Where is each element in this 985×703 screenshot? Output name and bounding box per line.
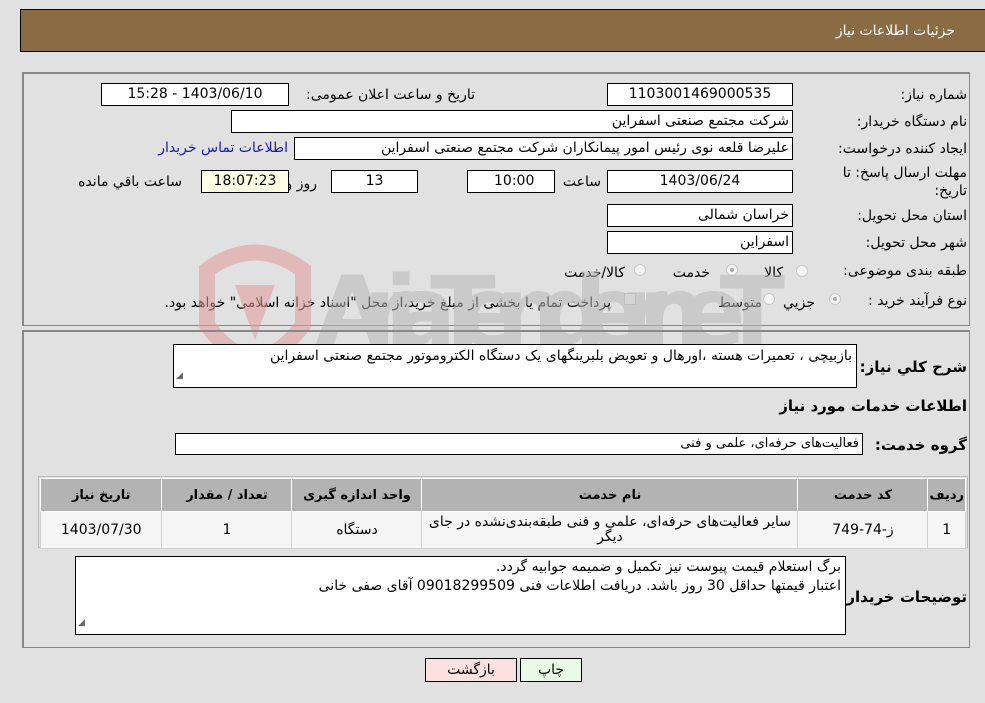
category-option-goods-service: کالا/خدمت xyxy=(564,265,625,281)
need-number-label: شماره نیاز: xyxy=(900,87,968,103)
buyer-notes-label: توضیحات خریدار: xyxy=(840,588,967,606)
col-header-quantity: تعداد / مقدار xyxy=(161,478,293,512)
cell-need-date: 1403/07/30 xyxy=(39,511,163,549)
table-row: 1 ز-74-749 سایر فعالیت‌های حرفه‌ای، علمی… xyxy=(39,511,966,549)
back-button[interactable]: بازگشت xyxy=(425,658,517,682)
cell-unit: دستگاه xyxy=(291,511,423,549)
category-radio-goods[interactable] xyxy=(796,265,808,277)
buyer-org-label: نام دستگاه خریدار: xyxy=(856,114,967,130)
resize-grip-icon[interactable]: ◢ xyxy=(176,367,183,386)
service-group-field: فعالیت‌های حرفه‌ای، علمی و فنی xyxy=(175,433,863,455)
service-group-label: گروه خدمت: xyxy=(874,436,967,454)
process-option-medium: متوسط xyxy=(718,295,762,311)
need-number-field: 1103001469000535 xyxy=(607,83,793,106)
cell-row-num: 1 xyxy=(927,511,966,549)
category-radio-service[interactable] xyxy=(726,264,738,276)
deadline-date-field: 1403/06/24 xyxy=(607,170,793,193)
cell-quantity: 1 xyxy=(161,511,293,549)
print-button[interactable]: چاپ xyxy=(520,658,582,682)
treasury-note: پرداخت تمام یا بخشی از مبلغ خرید،از محل … xyxy=(164,295,611,311)
city-label: شهر محل تحویل: xyxy=(865,235,967,251)
province-field: خراسان شمالی xyxy=(607,204,793,227)
description-label: شرح کلي نیاز: xyxy=(859,358,967,376)
process-radio-medium[interactable] xyxy=(763,293,775,305)
announce-datetime-label: تاریخ و ساعت اعلان عمومی: xyxy=(306,87,475,103)
deadline-label-line1: مهلت ارسال پاسخ: تا xyxy=(842,165,967,181)
col-header-unit: واحد اندازه گیری xyxy=(291,478,423,512)
resize-grip-icon[interactable]: ◢ xyxy=(78,614,85,633)
buyer-notes-line1: برگ استعلام قیمت پیوست نیز تکمیل و ضمیمه… xyxy=(495,559,841,575)
process-type-label: نوع فرآیند خرید : xyxy=(868,293,967,309)
deadline-time-field: 10:00 xyxy=(467,170,555,193)
page-title: جزئیات اطلاعات نیاز xyxy=(835,23,955,39)
buyer-contact-link[interactable]: اطلاعات تماس خریدار xyxy=(158,140,288,156)
cell-service-name: سایر فعالیت‌های حرفه‌ای، علمی و فنی طبقه… xyxy=(421,511,799,549)
city-field: اسفراین xyxy=(607,231,793,254)
category-option-goods: کالا xyxy=(764,265,783,281)
buyer-notes-textarea[interactable]: برگ استعلام قیمت پیوست نیز تکمیل و ضمیمه… xyxy=(75,556,846,635)
deadline-label-line2: تاریخ: xyxy=(934,183,967,199)
services-table: ردیف کد خدمت نام خدمت واحد اندازه گیری ت… xyxy=(39,478,966,549)
process-option-minor: جزيي xyxy=(783,295,815,311)
days-label: روز و xyxy=(285,176,318,192)
services-section-title: اطلاعات خدمات مورد نیاز xyxy=(779,397,967,415)
col-header-service-name: نام خدمت xyxy=(421,478,799,512)
category-label: طبقه بندی موضوعی: xyxy=(843,263,967,279)
buyer-notes-line2: اعتبار قیمتها حداقل 30 روز باشد. دریافت … xyxy=(318,578,841,594)
remaining-time-label: ساعت باقي مانده xyxy=(78,174,182,190)
table-header-row: ردیف کد خدمت نام خدمت واحد اندازه گیری ت… xyxy=(39,478,966,512)
description-text: بازبیچی ، تعمیرات هسته ،اورهال و تعویض ب… xyxy=(269,348,852,364)
col-header-row-num: ردیف xyxy=(927,478,966,512)
remaining-days-field: 13 xyxy=(331,170,418,193)
page-header: جزئیات اطلاعات نیاز xyxy=(20,9,985,52)
col-header-need-date: تاریخ نیاز xyxy=(39,478,163,512)
deadline-time-label: ساعت xyxy=(562,174,601,190)
requester-label: ایجاد کننده درخواست: xyxy=(838,141,967,157)
process-radio-minor[interactable] xyxy=(829,293,841,305)
requester-field: علیرضا قلعه نوی رئیس امور پیمانکاران شرک… xyxy=(294,137,793,160)
buyer-org-field: شرکت مجتمع صنعتی اسفراین xyxy=(231,110,793,133)
remaining-time-field: 18:07:23 xyxy=(201,170,289,193)
province-label: استان محل تحویل: xyxy=(857,208,967,224)
announce-datetime-field: 1403/06/10 - 15:28 xyxy=(101,83,289,106)
col-header-service-code: کد خدمت xyxy=(797,478,929,512)
category-option-service: خدمت xyxy=(672,265,710,281)
cell-service-code: ز-74-749 xyxy=(797,511,929,549)
category-radio-goods-service[interactable] xyxy=(634,264,646,276)
description-textarea[interactable]: بازبیچی ، تعمیرات هسته ،اورهال و تعویض ب… xyxy=(173,344,857,388)
treasury-checkbox[interactable] xyxy=(624,293,636,305)
